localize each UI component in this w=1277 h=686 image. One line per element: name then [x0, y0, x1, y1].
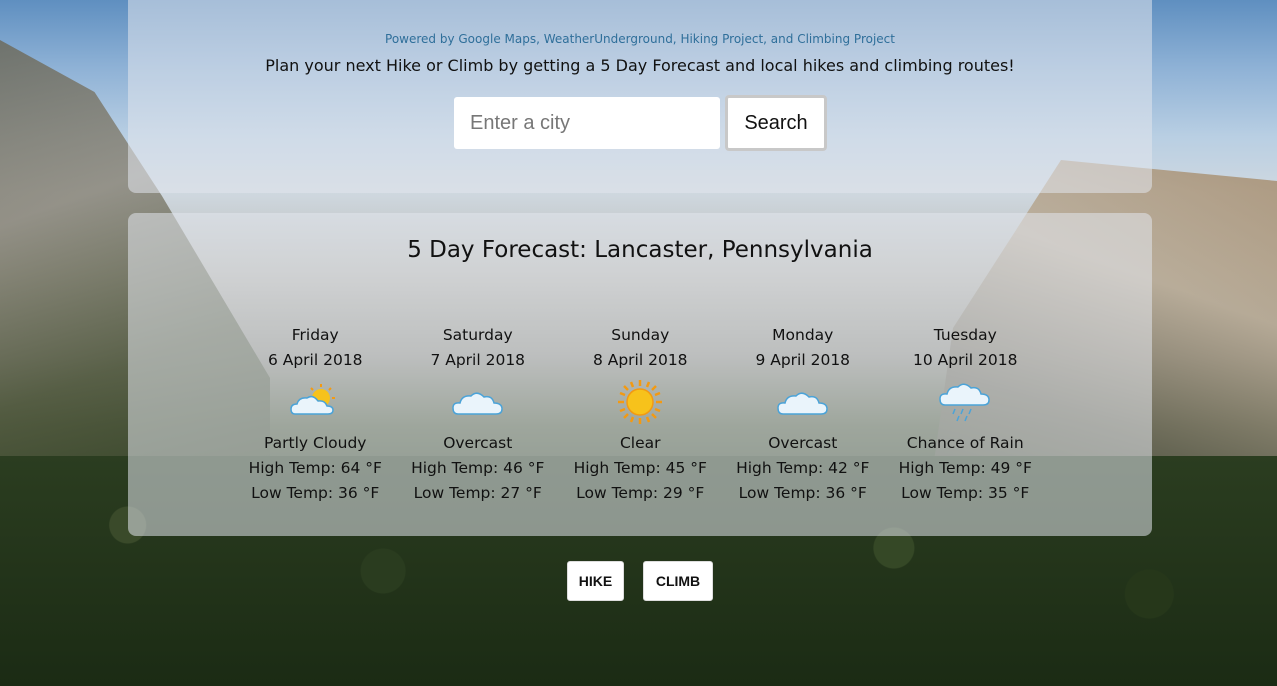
tagline: Plan your next Hike or Climb by getting … — [265, 56, 1015, 75]
city-search-input[interactable] — [454, 97, 720, 149]
day-condition: Partly Cloudy — [264, 434, 367, 452]
search-form: Search — [454, 95, 827, 151]
day-name: Monday — [772, 326, 834, 344]
day-date: 10 April 2018 — [913, 351, 1018, 369]
day-date: 9 April 2018 — [755, 351, 851, 369]
day-date: 7 April 2018 — [430, 351, 526, 369]
day-date: 6 April 2018 — [267, 351, 363, 369]
day-name: Saturday — [442, 326, 513, 344]
day-high-temp: High Temp: 64 °F — [248, 459, 382, 477]
day-low-temp: Low Temp: 35 °F — [901, 484, 1030, 502]
day-condition: Overcast — [768, 434, 838, 452]
day-low-temp: Low Temp: 36 °F — [251, 484, 380, 502]
forecast-title: 5 Day Forecast: Lancaster, Pennsylvania — [407, 237, 873, 263]
forecast-days: Friday 6 April 2018 Partly Cloudy High T… — [234, 323, 1047, 506]
forecast-day: Tuesday 10 April 2018 Chance of Rain Hig… — [884, 323, 1047, 506]
day-high-temp: High Temp: 42 °F — [736, 459, 870, 477]
day-low-temp: Low Temp: 36 °F — [738, 484, 867, 502]
day-name: Tuesday — [933, 326, 997, 344]
partly-cloudy-icon — [234, 373, 397, 431]
day-low-temp: Low Temp: 27 °F — [413, 484, 542, 502]
powered-by-credits: Powered by Google Maps, WeatherUndergrou… — [385, 32, 895, 46]
day-condition: Clear — [619, 434, 661, 452]
climb-button[interactable]: CLIMB — [643, 561, 713, 601]
clear-sun-icon — [559, 373, 722, 431]
overcast-icon — [397, 373, 560, 431]
forecast-day: Saturday 7 April 2018 Overcast High Temp… — [397, 323, 560, 506]
day-high-temp: High Temp: 46 °F — [411, 459, 545, 477]
day-condition: Overcast — [443, 434, 513, 452]
day-date: 8 April 2018 — [592, 351, 688, 369]
hike-button[interactable]: HIKE — [567, 561, 624, 601]
search-button[interactable]: Search — [725, 95, 827, 151]
forecast-day: Friday 6 April 2018 Partly Cloudy High T… — [234, 323, 397, 506]
forecast-day: Sunday 8 April 2018 Clear High Temp: 45 … — [559, 323, 722, 506]
forecast-panel: 5 Day Forecast: Lancaster, Pennsylvania … — [128, 213, 1152, 536]
day-high-temp: High Temp: 49 °F — [898, 459, 1032, 477]
day-condition: Chance of Rain — [906, 434, 1024, 452]
day-name: Sunday — [611, 326, 670, 344]
day-high-temp: High Temp: 45 °F — [573, 459, 707, 477]
search-panel: Powered by Google Maps, WeatherUndergrou… — [128, 0, 1152, 193]
overcast-icon — [722, 373, 885, 431]
forecast-day: Monday 9 April 2018 Overcast High Temp: … — [722, 323, 885, 506]
day-name: Friday — [291, 326, 339, 344]
chance-of-rain-icon — [884, 373, 1047, 431]
activity-buttons: HIKE CLIMB — [567, 561, 713, 601]
day-low-temp: Low Temp: 29 °F — [576, 484, 705, 502]
